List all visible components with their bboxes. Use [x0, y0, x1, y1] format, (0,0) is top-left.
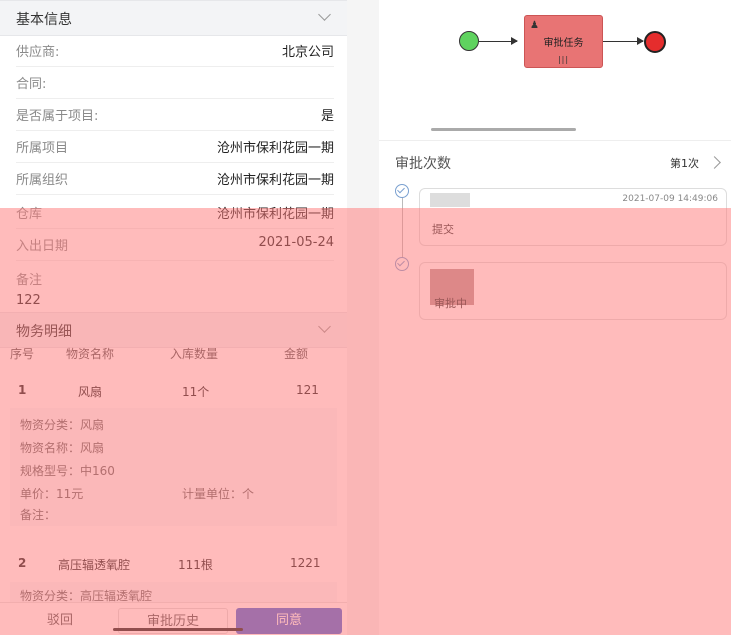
flow-diagram[interactable]: ♟ 审批任务 ||| [379, 0, 731, 141]
check-circle-icon [395, 184, 409, 198]
row-name: 高压辐透氧腔 [58, 558, 131, 572]
info-row-organization: 所属组织 沧州市保利花园一期 [16, 162, 334, 195]
table-row[interactable]: 2 高压辐透氧腔 111根 1221 [0, 550, 347, 580]
info-label: 所属项目 [16, 141, 69, 156]
horizontal-scrollbar[interactable] [431, 128, 576, 131]
info-value: 沧州市保利花园一期 [216, 141, 334, 156]
remark-value: 122 [16, 293, 41, 308]
chevron-down-icon[interactable] [318, 8, 331, 21]
item-detail-card: 物资分类：风扇 物资名称：风扇 规格型号：中160 单价：11元 计量单位：个 … [10, 408, 337, 526]
info-row-is-project: 是否属于项目: 是 [16, 98, 334, 131]
record-action: 审批中 [434, 297, 467, 310]
info-label: 入出日期 [16, 239, 69, 254]
chevron-down-icon[interactable] [318, 320, 331, 333]
info-label: 所属组织 [16, 173, 69, 188]
home-indicator [113, 628, 243, 631]
agree-button[interactable]: 同意 [236, 608, 342, 634]
column-header-amount: 金额 [284, 347, 309, 361]
item-detail-card: 物资分类：高压辐透氧腔 [10, 582, 337, 604]
column-header-qty: 入库数量 [170, 347, 219, 361]
info-row-project: 所属项目 沧州市保利花园一期 [16, 130, 334, 163]
detail-unit: 计量单位：个 [182, 487, 255, 501]
row-index: 1 [18, 383, 27, 397]
user-task-icon: ♟ [530, 20, 539, 31]
chevron-right-icon[interactable] [708, 156, 721, 169]
row-amount: 121 [296, 383, 319, 397]
multi-instance-icon: ||| [557, 55, 570, 64]
detail-name: 物资名称：风扇 [20, 441, 105, 455]
table-row[interactable]: 1 风扇 11个 121 [0, 377, 347, 407]
detail-panel: 基本信息 供应商: 北京公司 合同: 是否属于项目: 是 所属项目 沧州市保利花… [0, 0, 347, 635]
info-value: 2021-05-24 [258, 235, 334, 250]
check-circle-icon [395, 257, 409, 271]
row-qty: 111根 [178, 558, 213, 572]
info-label: 备注 [16, 273, 43, 288]
reject-button[interactable]: 驳回 [10, 608, 110, 634]
task-label: 审批任务 [543, 38, 584, 49]
info-value: 是 [320, 109, 334, 124]
info-row-remark: 备注 [16, 262, 334, 294]
info-row-supplier: 供应商: 北京公司 [16, 34, 334, 67]
info-row-warehouse: 仓库 沧州市保利花园一期 [16, 196, 334, 229]
goods-detail-title: 物务明细 [16, 324, 72, 340]
approval-count-value: 第1次 [670, 157, 699, 170]
info-row-date: 入出日期 2021-05-24 [16, 228, 334, 261]
info-label: 是否属于项目: [16, 109, 99, 124]
info-row-contract: 合同: [16, 66, 334, 99]
info-label: 供应商: [16, 45, 60, 60]
approval-task-node[interactable]: ♟ 审批任务 ||| [524, 15, 603, 68]
approval-record-card: 2021-07-09 14:49:06 提交 [419, 188, 727, 246]
info-label: 合同: [16, 77, 47, 92]
record-action: 提交 [432, 223, 454, 236]
flow-arrow [479, 37, 518, 45]
approval-count-title: 审批次数 [395, 156, 451, 172]
info-value: 北京公司 [281, 45, 334, 60]
goods-detail-header[interactable]: 物务明细 [0, 312, 347, 348]
info-value: 沧州市保利花园一期 [216, 173, 334, 188]
approval-panel: ♟ 审批任务 ||| 审批次数 第1次 2021-07-09 14:49:06 … [379, 0, 731, 635]
approver-name [430, 193, 470, 207]
approval-record-card: 审批中 [419, 262, 727, 320]
basic-info-title: 基本信息 [16, 12, 72, 28]
pane-divider [347, 0, 379, 635]
flow-arrow [603, 37, 644, 45]
info-label: 仓库 [16, 207, 43, 222]
basic-info-header[interactable]: 基本信息 [0, 0, 347, 36]
end-event-node [644, 31, 666, 53]
column-header-index: 序号 [10, 347, 35, 361]
row-name: 风扇 [78, 385, 103, 399]
detail-price: 单价：11元 [20, 487, 84, 501]
row-index: 2 [18, 556, 27, 570]
detail-spec: 规格型号：中160 [20, 464, 115, 478]
start-event-node [459, 31, 479, 51]
column-header-name: 物资名称 [66, 347, 115, 361]
info-value: 沧州市保利花园一期 [216, 207, 334, 222]
detail-remark: 备注： [20, 508, 57, 522]
approval-count-header[interactable]: 审批次数 第1次 [379, 146, 731, 180]
record-time: 2021-07-09 14:49:06 [622, 194, 718, 204]
row-qty: 11个 [182, 385, 210, 399]
row-amount: 1221 [290, 556, 321, 570]
detail-category: 物资分类：风扇 [20, 418, 105, 432]
